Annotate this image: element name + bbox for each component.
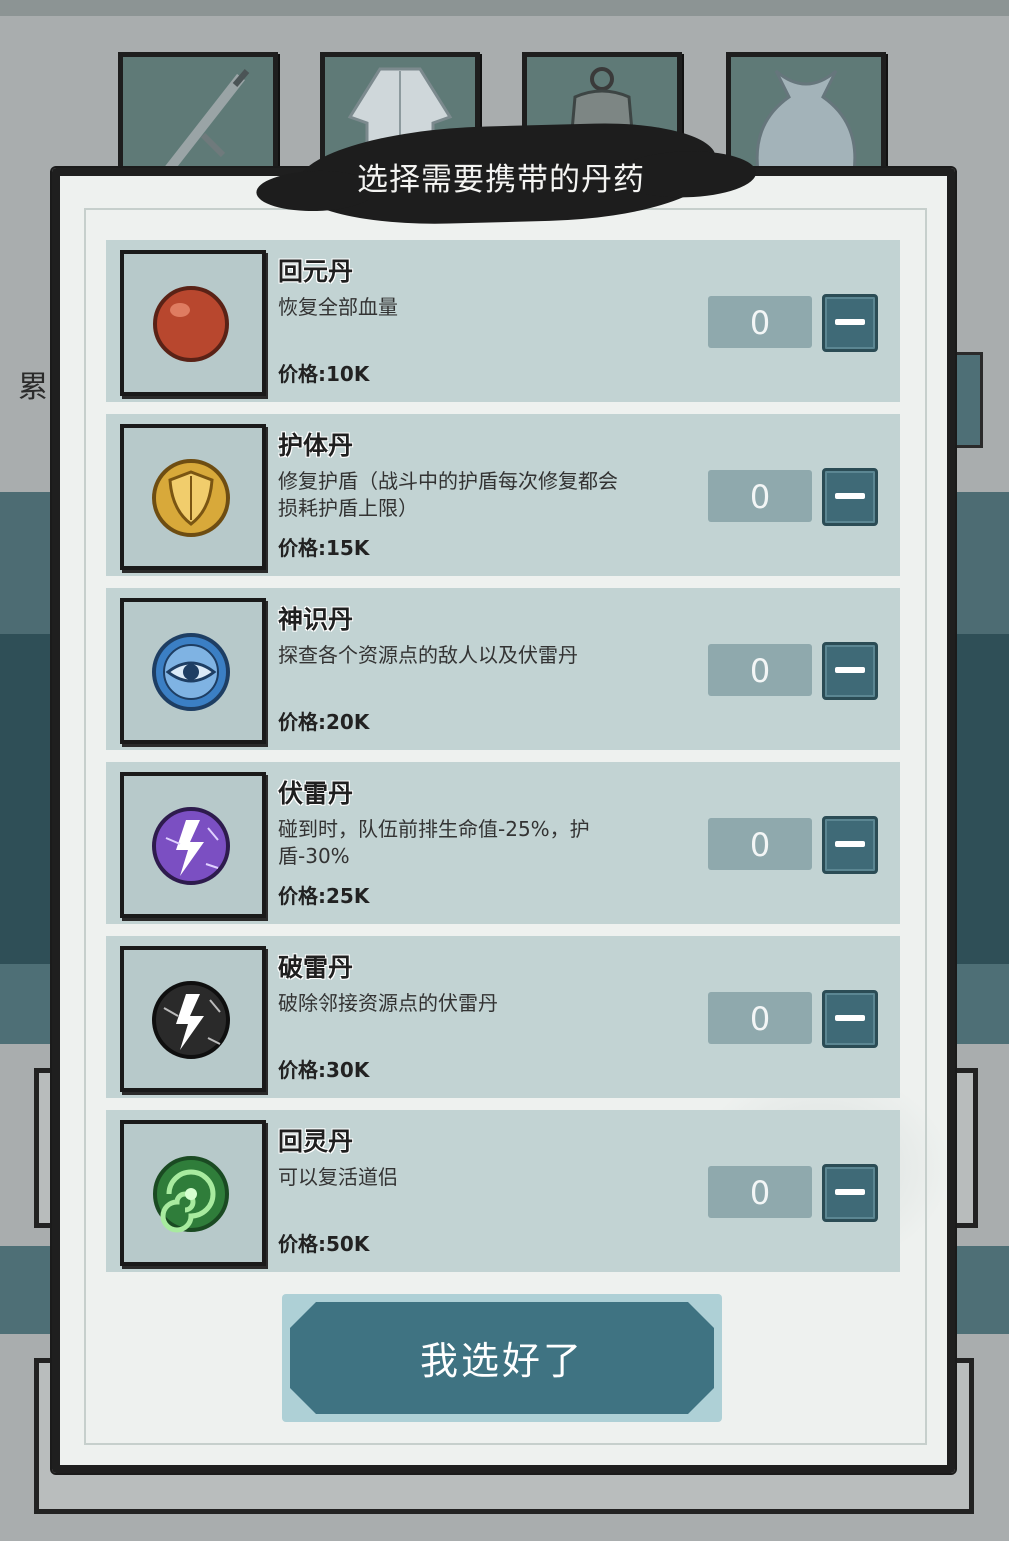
pill-name: 神识丹 xyxy=(278,605,354,634)
pill-description: 恢复全部血量 xyxy=(278,295,398,319)
decrease-button[interactable] xyxy=(822,294,878,352)
pill-icon-frame xyxy=(120,772,266,918)
quantity-field[interactable]: 0 xyxy=(708,644,812,696)
quantity-field[interactable]: 0 xyxy=(708,992,812,1044)
pill-description: 破除邻接资源点的伏雷丹 xyxy=(278,991,498,1015)
decrease-button[interactable] xyxy=(822,816,878,874)
confirm-button[interactable]: 我选好了 xyxy=(282,1294,722,1422)
pill-item-row: 回元丹恢复全部血量 价格:10K 0 xyxy=(106,240,900,402)
pill-price: 价格:10K xyxy=(278,362,370,386)
confirm-button-label: 我选好了 xyxy=(419,1339,584,1383)
pill-icon-frame xyxy=(120,946,266,1092)
top-bar xyxy=(0,0,1009,16)
pill-icon-frame xyxy=(120,598,266,744)
pill-name: 护体丹 xyxy=(278,431,354,460)
green-swirl-icon xyxy=(153,1156,229,1233)
pill-description: 碰到时，队伍前排生命值-25%，护盾-30% xyxy=(278,817,590,868)
quantity-field[interactable]: 0 xyxy=(708,470,812,522)
purple-lightning-icon xyxy=(152,807,230,885)
background-label: 累 xyxy=(18,370,48,405)
decrease-button[interactable] xyxy=(822,990,878,1048)
quantity-field[interactable]: 0 xyxy=(708,1166,812,1218)
pill-icon-frame xyxy=(120,424,266,570)
pill-item-row: 伏雷丹碰到时，队伍前排生命值-25%，护盾-30% 价格:25K 0 xyxy=(106,762,900,924)
decrease-button[interactable] xyxy=(822,1164,878,1222)
pill-description: 探查各个资源点的敌人以及伏雷丹 xyxy=(278,643,578,667)
pill-name: 破雷丹 xyxy=(278,953,354,982)
shield-pill-icon xyxy=(152,459,230,537)
pill-item-row: 护体丹修复护盾（战斗中的护盾每次修复都会损耗护盾上限） 价格:15K 0 xyxy=(106,414,900,576)
eye-pill-icon xyxy=(152,633,230,711)
pill-price: 价格:50K xyxy=(278,1232,370,1256)
quantity-field[interactable]: 0 xyxy=(708,296,812,348)
decrease-button[interactable] xyxy=(822,642,878,700)
pill-icon-frame xyxy=(120,1120,266,1266)
pill-name: 回灵丹 xyxy=(278,1127,354,1156)
decrease-button[interactable] xyxy=(822,468,878,526)
pill-price: 价格:30K xyxy=(278,1058,370,1082)
pill-item-row: 回灵丹可以复活道侣 价格:50K 0 xyxy=(106,1110,900,1272)
pill-price: 价格:20K xyxy=(278,710,370,734)
pill-price: 价格:15K xyxy=(278,536,370,560)
quantity-field[interactable]: 0 xyxy=(708,818,812,870)
pill-icon-frame xyxy=(120,250,266,396)
pill-name: 伏雷丹 xyxy=(278,779,354,808)
dialog-title: 选择需要携带的丹药 xyxy=(357,162,645,198)
pill-description: 可以复活道侣 xyxy=(278,1165,398,1189)
pill-name: 回元丹 xyxy=(278,257,354,286)
pill-item-row: 神识丹探查各个资源点的敌人以及伏雷丹 价格:20K 0 xyxy=(106,588,900,750)
pill-price: 价格:25K xyxy=(278,884,370,908)
black-lightning-icon xyxy=(152,981,230,1059)
red-pill-icon xyxy=(153,286,229,362)
pill-item-row: 破雷丹破除邻接资源点的伏雷丹 价格:30K 0 xyxy=(106,936,900,1098)
pill-description: 修复护盾（战斗中的护盾每次修复都会损耗护盾上限） xyxy=(278,469,618,520)
